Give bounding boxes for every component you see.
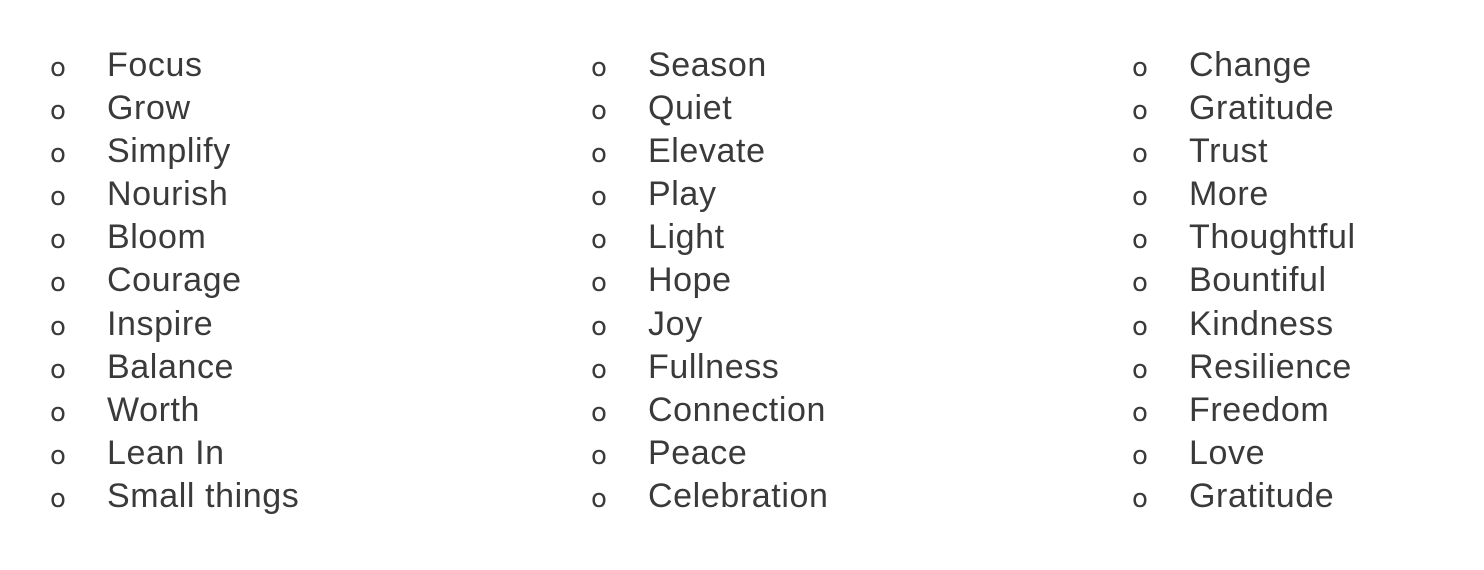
- list-item-label: Freedom: [1189, 390, 1330, 429]
- hollow-bullet-icon: o: [50, 397, 66, 428]
- list-item-label: Gratitude: [1189, 89, 1335, 128]
- list-item-label: Courage: [107, 261, 242, 300]
- hollow-bullet-icon: o: [1132, 483, 1148, 514]
- list-item-label: Small things: [107, 476, 300, 515]
- list-item-label: Gratitude: [1189, 476, 1335, 515]
- list-item-label: Bloom: [107, 218, 207, 257]
- list-item-label: Quiet: [648, 89, 733, 128]
- hollow-bullet-icon: o: [50, 225, 66, 256]
- list-item-label: Simplify: [107, 132, 231, 171]
- hollow-bullet-icon: o: [1132, 182, 1148, 213]
- hollow-bullet-icon: o: [50, 139, 66, 170]
- hollow-bullet-icon: o: [1132, 397, 1148, 428]
- list-item-label: Kindness: [1189, 304, 1334, 343]
- list-item-label: Fullness: [648, 347, 780, 386]
- hollow-bullet-icon: o: [591, 483, 607, 514]
- hollow-bullet-icon: o: [591, 311, 607, 342]
- list-item-label: Resilience: [1189, 347, 1352, 386]
- hollow-bullet-icon: o: [50, 483, 66, 514]
- list-item-label: Light: [648, 218, 725, 257]
- hollow-bullet-icon: o: [50, 96, 66, 127]
- hollow-bullet-icon: o: [1132, 311, 1148, 342]
- list-item-label: More: [1189, 175, 1269, 214]
- hollow-bullet-icon: o: [591, 268, 607, 299]
- hollow-bullet-icon: o: [50, 354, 66, 385]
- hollow-bullet-icon: o: [591, 397, 607, 428]
- hollow-bullet-icon: o: [1132, 53, 1148, 83]
- hollow-bullet-icon: o: [50, 53, 66, 83]
- list-item-label: Season: [648, 46, 767, 84]
- hollow-bullet-icon: o: [591, 225, 607, 256]
- hollow-bullet-icon: o: [50, 440, 66, 471]
- list-item-label: Joy: [648, 304, 703, 343]
- hollow-bullet-icon: o: [591, 53, 607, 83]
- list-item-label: Celebration: [648, 476, 829, 515]
- hollow-bullet-icon: o: [1132, 440, 1148, 471]
- list-item-label: Peace: [648, 433, 748, 472]
- list-item-label: Thoughtful: [1189, 218, 1356, 257]
- hollow-bullet-icon: o: [50, 182, 66, 213]
- list-item-label: Worth: [107, 390, 201, 429]
- list-item-label: Hope: [648, 261, 732, 300]
- hollow-bullet-icon: o: [591, 139, 607, 170]
- hollow-bullet-icon: o: [591, 440, 607, 471]
- list-item-label: Change: [1189, 46, 1312, 84]
- hollow-bullet-icon: o: [1132, 96, 1148, 127]
- hollow-bullet-icon: o: [50, 311, 66, 342]
- list-item-label: Bountiful: [1189, 261, 1327, 300]
- hollow-bullet-icon: o: [1132, 139, 1148, 170]
- list-item-label: Inspire: [107, 304, 214, 343]
- list-item-label: Nourish: [107, 175, 229, 214]
- hollow-bullet-icon: o: [1132, 225, 1148, 256]
- list-item-label: Focus: [107, 46, 203, 84]
- hollow-bullet-icon: o: [591, 96, 607, 127]
- hollow-bullet-icon: o: [1132, 268, 1148, 299]
- hollow-bullet-icon: o: [50, 268, 66, 299]
- list-item-label: Balance: [107, 347, 235, 386]
- hollow-bullet-icon: o: [591, 354, 607, 385]
- hollow-bullet-icon: o: [1132, 354, 1148, 385]
- list-item-label: Connection: [648, 390, 827, 429]
- list-item-label: Grow: [107, 89, 191, 128]
- hollow-bullet-icon: o: [591, 182, 607, 213]
- list-item-label: Play: [648, 175, 717, 214]
- list-item-label: Elevate: [648, 132, 766, 171]
- list-item-label: Lean In: [107, 433, 225, 472]
- list-item-label: Love: [1189, 433, 1266, 472]
- list-item-label: Trust: [1189, 132, 1269, 171]
